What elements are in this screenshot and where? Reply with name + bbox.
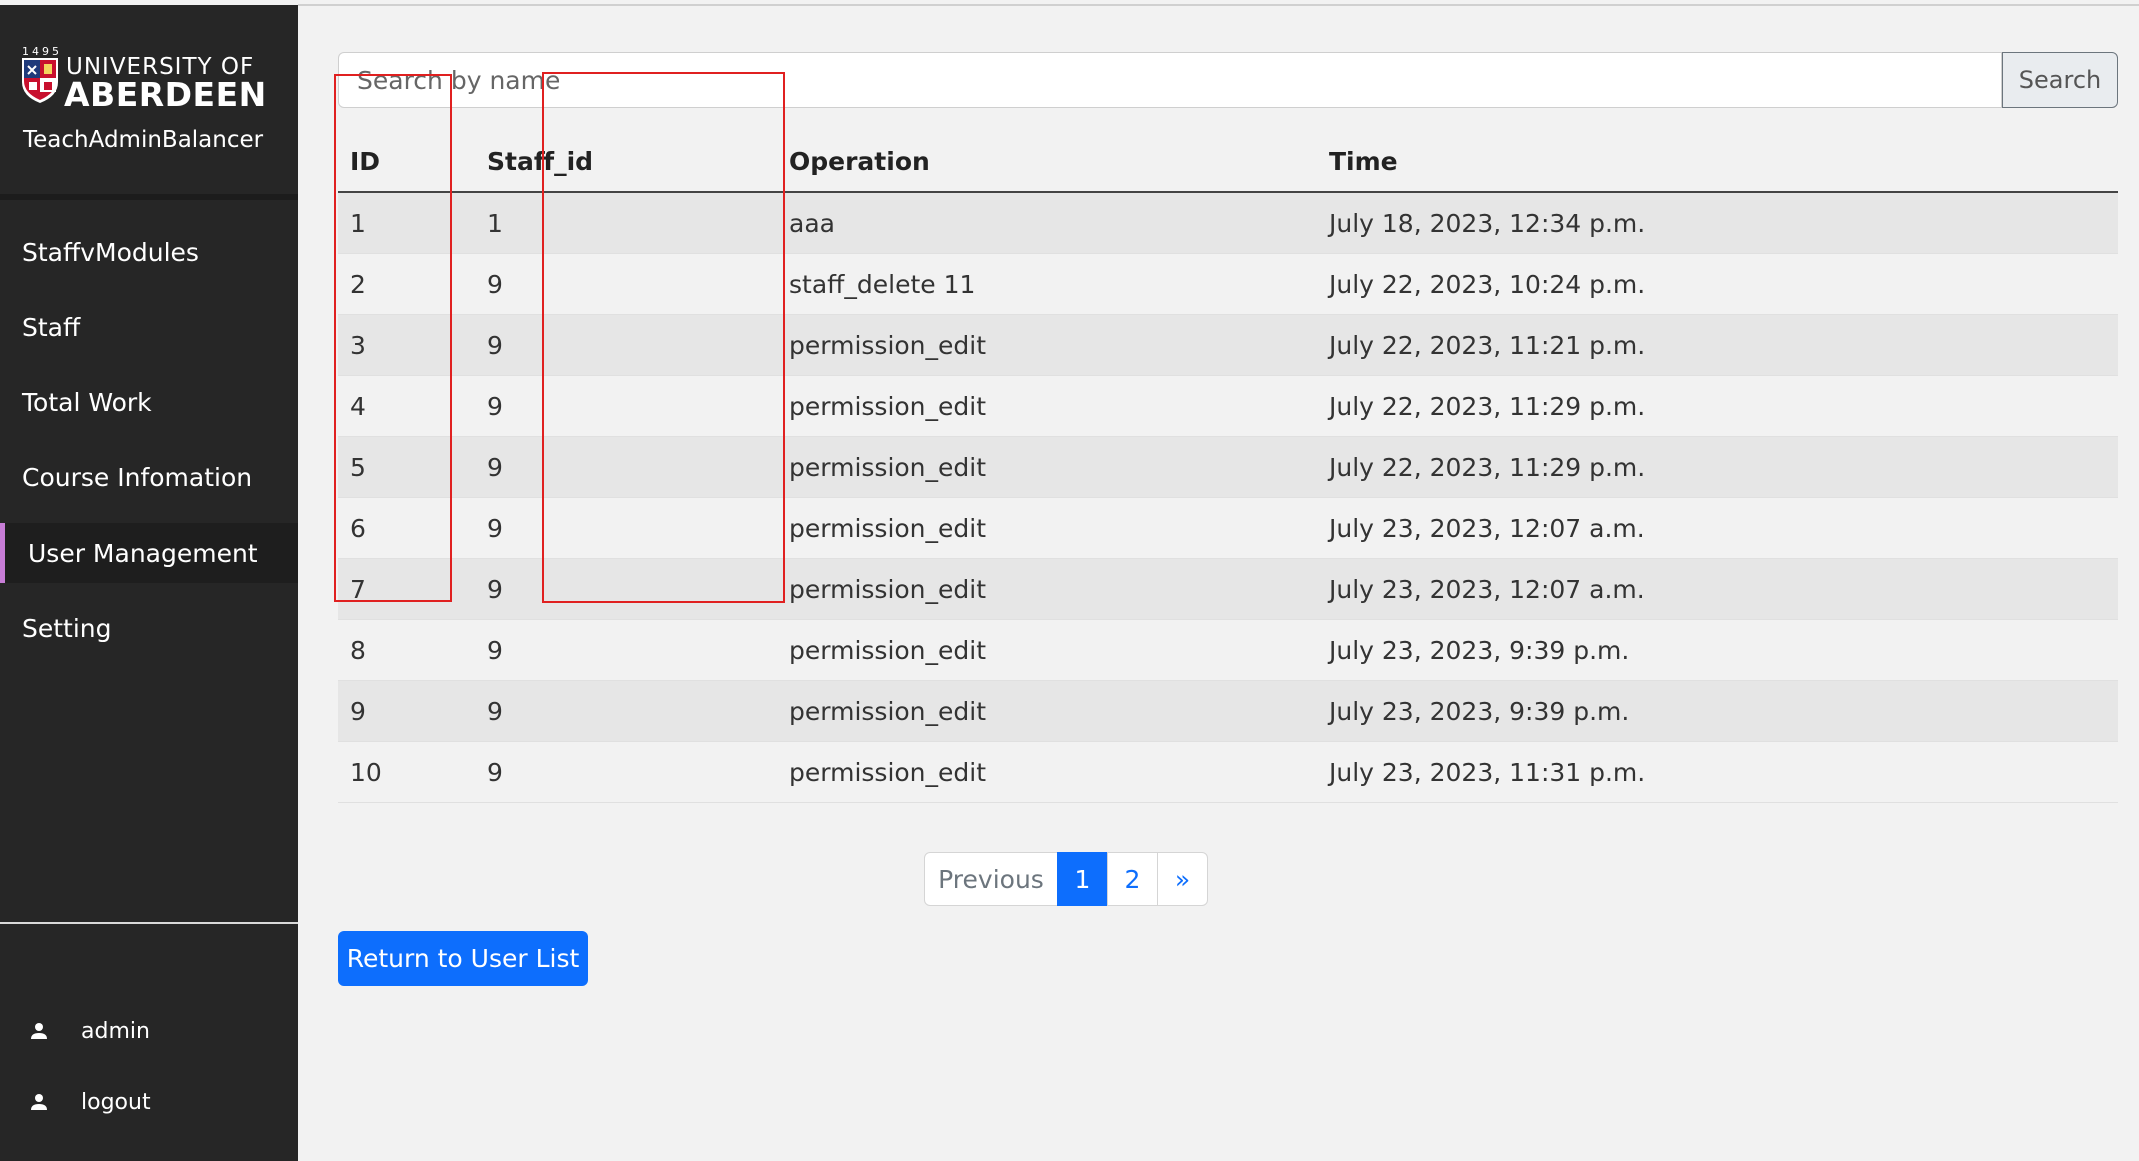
sidebar-divider [0, 922, 298, 924]
sidebar-item-label: Total Work [22, 387, 152, 417]
cell-staff-id: 9 [475, 741, 777, 803]
cell-id: 2 [338, 253, 475, 315]
cell-time: July 18, 2023, 12:34 p.m. [1317, 192, 2118, 254]
cell-id: 10 [338, 741, 475, 803]
column-header-time: Time [1317, 131, 2118, 193]
table-header-row: ID Staff_id Operation Time [338, 131, 2118, 193]
operation-log-table: ID Staff_id Operation Time 1 1 aaa July 18,… [338, 131, 2118, 803]
cell-time: July 23, 2023, 12:07 a.m. [1317, 558, 2118, 620]
cell-operation: permission_edit [777, 741, 1317, 803]
cell-id: 6 [338, 497, 475, 559]
table-row: 2 9 staff_delete 11 July 22, 2023, 10:24 p.… [338, 253, 2118, 315]
cell-time: July 22, 2023, 11:21 p.m. [1317, 314, 2118, 376]
sidebar-item-label: Course Infomation [22, 462, 253, 492]
cell-time: July 22, 2023, 11:29 p.m. [1317, 436, 2118, 498]
cell-time: July 23, 2023, 11:31 p.m. [1317, 741, 2118, 803]
cell-time: July 22, 2023, 10:24 p.m. [1317, 253, 2118, 315]
main-content: Search ID Staff_id Operation Time 11aaaJ… [298, 0, 2139, 1161]
sidebar-item-label: Staff [22, 312, 81, 342]
cell-operation: permission_edit [777, 314, 1317, 376]
cell-operation: aaa [777, 192, 1317, 254]
table-row: 9 9 permission_edit July 23, 2023, 9:39 p.m… [338, 680, 2118, 742]
table-row: 8 9 permission_edit July 23, 2023, 9:39 p.m… [338, 619, 2118, 681]
cell-operation: staff_delete 11 [777, 253, 1317, 315]
table-row: 5 9 permission_edit July 22, 2023, 11:29 p.… [338, 436, 2118, 498]
cell-staff-id: 9 [475, 619, 777, 681]
pagination: Previous 1 2 » [924, 852, 1208, 906]
cell-operation: permission_edit [777, 375, 1317, 437]
cell-id: 9 [338, 680, 475, 742]
cell-time: July 23, 2023, 9:39 p.m. [1317, 680, 2118, 742]
pagination-page-2[interactable]: 2 [1107, 852, 1158, 906]
university-name-line2: ABERDEEN [64, 75, 267, 114]
table-row: 4 9 permission_edit July 22, 2023, 11:29 p.… [338, 375, 2118, 437]
sidebar-item-staffvmodules[interactable]: StaffvModules [0, 222, 298, 282]
column-header-staff-id: Staff_id [475, 131, 777, 193]
cell-staff-id: 9 [475, 436, 777, 498]
cell-id: 7 [338, 558, 475, 620]
sidebar-item-staff[interactable]: Staff [0, 297, 298, 357]
cell-staff-id: 9 [475, 558, 777, 620]
sidebar-logout-link[interactable]: logout [0, 1077, 298, 1127]
sidebar-item-total-work[interactable]: Total Work [0, 372, 298, 432]
cell-staff-id: 9 [475, 680, 777, 742]
sidebar-item-label: User Management [28, 538, 258, 568]
brand-divider [0, 194, 298, 200]
logout-label: logout [81, 1089, 151, 1115]
cell-time: July 23, 2023, 12:07 a.m. [1317, 497, 2118, 559]
sidebar-item-label: StaffvModules [22, 237, 199, 267]
sidebar-admin-link[interactable]: admin [0, 1006, 298, 1056]
university-crest-icon [22, 58, 58, 103]
cell-id: 8 [338, 619, 475, 681]
return-to-user-list-button[interactable]: Return to User List [338, 931, 588, 986]
cell-staff-id: 9 [475, 497, 777, 559]
brand-header: 1495 UNIVERSITY OF ABERDEEN TeachAdminBa… [0, 5, 298, 195]
cell-staff-id: 1 [475, 192, 777, 254]
cell-id: 3 [338, 314, 475, 376]
table-row: 3 9 permission_edit July 22, 2023, 11:21 p.… [338, 314, 2118, 376]
person-icon [31, 1023, 47, 1039]
table-row: 1 1 aaa July 18, 2023, 12:34 p.m. [338, 192, 2118, 254]
column-header-operation: Operation [777, 131, 1317, 193]
cell-operation: permission_edit [777, 680, 1317, 742]
sidebar-item-user-management[interactable]: User Management [0, 523, 298, 583]
cell-staff-id: 9 [475, 375, 777, 437]
pagination-page-1[interactable]: 1 [1057, 852, 1108, 906]
cell-staff-id: 9 [475, 253, 777, 315]
sidebar: 1495 UNIVERSITY OF ABERDEEN TeachAdminBa… [0, 0, 298, 1161]
top-border [298, 4, 2139, 6]
table-body: 1 1 aaa July 18, 2023, 12:34 p.m. 2 9 staff_de… [338, 192, 2118, 803]
cell-operation: permission_edit [777, 436, 1317, 498]
brand-year: 1495 [22, 45, 62, 58]
cell-operation: permission_edit [777, 619, 1317, 681]
cell-id: 4 [338, 375, 475, 437]
search-form: Search [338, 52, 2118, 108]
pagination-next[interactable]: » [1157, 852, 1208, 906]
sidebar-item-course-infomation[interactable]: Course Infomation [0, 447, 298, 507]
pagination-previous[interactable]: Previous [924, 852, 1058, 906]
table-row: 6 9 permission_edit July 23, 2023, 12:07 a.… [338, 497, 2118, 559]
app-name[interactable]: TeachAdminBalancer [23, 127, 263, 153]
cell-id: 1 [338, 192, 475, 254]
admin-label: admin [81, 1018, 150, 1044]
cell-operation: permission_edit [777, 497, 1317, 559]
cell-time: July 22, 2023, 11:29 p.m. [1317, 375, 2118, 437]
table-row: 7 9 permission_edit July 23, 2023, 12:07 a.… [338, 558, 2118, 620]
cell-time: July 23, 2023, 9:39 p.m. [1317, 619, 2118, 681]
cell-staff-id: 9 [475, 314, 777, 376]
cell-id: 5 [338, 436, 475, 498]
cell-operation: permission_edit [777, 558, 1317, 620]
search-button[interactable]: Search [2002, 52, 2118, 108]
column-header-id: ID [338, 131, 475, 193]
table-row: 10 9 permission_edit July 23, 2023, 11:31 p… [338, 741, 2118, 803]
sidebar-item-setting[interactable]: Setting [0, 598, 298, 658]
person-icon [31, 1094, 47, 1110]
sidebar-item-label: Setting [22, 613, 112, 643]
search-input[interactable] [338, 52, 2002, 108]
